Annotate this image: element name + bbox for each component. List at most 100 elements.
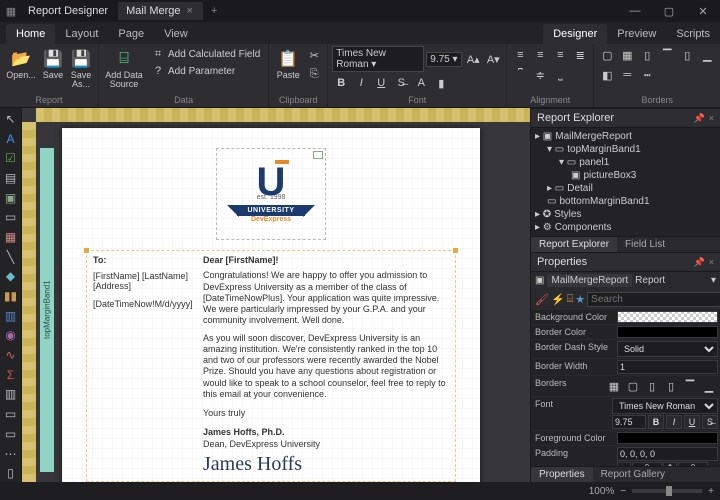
shrink-font-button[interactable]: A▾ [484, 50, 502, 68]
line-tool[interactable]: ╲ [2, 248, 20, 266]
close-panel-icon[interactable]: × [709, 257, 714, 268]
logo-picturebox[interactable]: U est. 1998 UNIVERSITY DevExpress [216, 148, 326, 240]
pointer-tool[interactable]: ↖ [2, 110, 20, 128]
horizontal-ruler[interactable] [36, 108, 530, 122]
picturebox-tool[interactable]: ▣ [2, 189, 20, 207]
highlight-button[interactable]: ▮ [432, 74, 450, 92]
checkbox-tool[interactable]: ☑ [2, 149, 20, 167]
table-tool[interactable]: ▦ [2, 228, 20, 246]
close-icon[interactable]: × [187, 5, 193, 17]
shape-tool[interactable]: ◆ [2, 268, 20, 286]
border-bottom-icon[interactable]: ▁ [700, 377, 718, 395]
zoom-thumb[interactable] [666, 486, 672, 496]
tree-node-detail[interactable]: ▸ ▭ Detail [535, 182, 716, 195]
borderdash-select[interactable]: Solid [617, 341, 718, 357]
tree-node-topmargin[interactable]: ▾ ▭ topMarginBand1 [535, 143, 716, 156]
border-right-button[interactable]: ▯ [678, 46, 696, 64]
border-top-button[interactable]: ▔ [658, 46, 676, 64]
align-justify-button[interactable]: ≣ [571, 46, 589, 64]
font-size-prop[interactable] [612, 415, 646, 429]
new-tab-button[interactable]: + [203, 5, 225, 17]
gauge-tool[interactable]: ◉ [2, 327, 20, 345]
paste-button[interactable]: 📋Paste [273, 46, 303, 82]
border-left-icon[interactable]: ▯ [643, 377, 661, 395]
fgcolor-swatch[interactable] [617, 432, 718, 444]
vertical-ruler[interactable] [22, 122, 36, 482]
properties-search-input[interactable] [587, 292, 720, 307]
bold-icon[interactable]: B [648, 415, 664, 429]
add-parameter-button[interactable]: ?Add Parameter [147, 63, 264, 79]
minimize-button[interactable]: — [618, 0, 652, 22]
maximize-button[interactable]: ▢ [652, 0, 686, 22]
properties-object-bar[interactable]: ▣ MailMergeReport Report ▾ [531, 272, 720, 289]
report-page[interactable]: U est. 1998 UNIVERSITY DevExpress To: [F… [62, 128, 480, 482]
letter-body-field[interactable]: To: [FirstName] [LastName] [Address] [Da… [86, 250, 456, 482]
strike-button[interactable]: S̶ [392, 74, 410, 92]
italic-button[interactable]: I [352, 74, 370, 92]
pdfcontent-tool[interactable]: ▭ [2, 405, 20, 423]
zoom-out-button[interactable]: − [620, 486, 626, 497]
save-as-button[interactable]: 💾Save As... [68, 46, 94, 91]
tab-layout[interactable]: Layout [55, 24, 108, 44]
tab-preview[interactable]: Preview [607, 24, 666, 44]
tab-field-list[interactable]: Field List [617, 237, 673, 252]
chevron-down-icon[interactable]: ▾ [711, 275, 716, 286]
font-family-prop[interactable]: Times New Roman [612, 398, 718, 414]
border-bottom-button[interactable]: ▁ [698, 46, 716, 64]
italic-icon[interactable]: I [666, 415, 682, 429]
close-panel-icon[interactable]: × [709, 113, 714, 124]
tab-report-explorer[interactable]: Report Explorer [531, 237, 617, 252]
valign-bottom-button[interactable]: ⎵ [551, 66, 569, 84]
add-data-source-button[interactable]: ⌸Add Data Source [103, 46, 145, 91]
zoom-in-button[interactable]: + [708, 486, 714, 497]
pin-icon[interactable]: 📌 [694, 113, 705, 124]
align-center-button[interactable]: ≡ [531, 46, 549, 64]
border-all-button[interactable]: ▦ [618, 46, 636, 64]
border-style-button[interactable]: ┅ [638, 66, 656, 84]
tab-view[interactable]: View [154, 24, 198, 44]
subreport-tool[interactable]: ▥ [2, 386, 20, 404]
border-all-icon[interactable]: ▦ [605, 377, 623, 395]
valign-top-button[interactable]: ⎴ [511, 66, 529, 84]
zoom-slider[interactable] [632, 489, 702, 493]
band-label[interactable]: topMarginBand1 [40, 148, 54, 472]
tree-node-root[interactable]: ▸ ▣ MailMergeReport [535, 130, 716, 143]
sparkline-tool[interactable]: ∿ [2, 346, 20, 364]
document-tab[interactable]: Mail Merge × [118, 2, 203, 20]
tree-node-styles[interactable]: ▸ ✪ Styles [535, 208, 716, 221]
barcode-tool[interactable]: ▮▮ [2, 287, 20, 305]
border-width-button[interactable]: ═ [618, 66, 636, 84]
border-color-button[interactable]: ◧ [598, 66, 616, 84]
resize-handle-icon[interactable] [84, 248, 89, 253]
font-family-select[interactable]: Times New Roman ▾ [332, 46, 424, 72]
save-button[interactable]: 💾Save [40, 46, 66, 82]
font-color-button[interactable]: A [412, 74, 430, 92]
tree-node-bottommargin[interactable]: ▭ bottomMarginBand1 [535, 195, 716, 208]
align-left-button[interactable]: ≡ [511, 46, 529, 64]
strike-icon[interactable]: S̶ [702, 415, 718, 429]
valign-middle-button[interactable]: ≑ [531, 66, 549, 84]
padding-input[interactable] [617, 447, 718, 461]
bordercolor-swatch[interactable] [617, 326, 718, 338]
chart-tool[interactable]: ▥ [2, 307, 20, 325]
copy-button[interactable]: ⎘ [305, 65, 323, 83]
design-canvas[interactable]: topMarginBand1 U est. 1998 UNIVERSITY De… [22, 108, 530, 482]
report-explorer-tree[interactable]: ▸ ▣ MailMergeReport ▾ ▭ topMarginBand1 ▾… [531, 128, 720, 236]
bold-button[interactable]: B [332, 74, 350, 92]
add-calculated-field-button[interactable]: ⌗Add Calculated Field [147, 46, 264, 62]
underline-icon[interactable]: U [684, 415, 700, 429]
tab-home[interactable]: Home [6, 24, 55, 44]
category-behavior-icon[interactable]: ⚡ [551, 291, 565, 307]
borderwidth-input[interactable] [617, 360, 718, 374]
tab-scripts[interactable]: Scripts [666, 24, 720, 44]
resize-handle-icon[interactable] [453, 248, 458, 253]
tab-designer[interactable]: Designer [543, 24, 607, 44]
close-button[interactable]: ✕ [686, 0, 720, 22]
panel-tool[interactable]: ▭ [2, 208, 20, 226]
label-tool[interactable]: A [2, 130, 20, 148]
pageinfo-tool[interactable]: ▭ [2, 425, 20, 443]
cut-button[interactable]: ✂ [305, 46, 323, 64]
tab-page[interactable]: Page [108, 24, 154, 44]
tab-properties[interactable]: Properties [531, 467, 593, 482]
crossband-tool[interactable]: ▯ [2, 464, 20, 482]
